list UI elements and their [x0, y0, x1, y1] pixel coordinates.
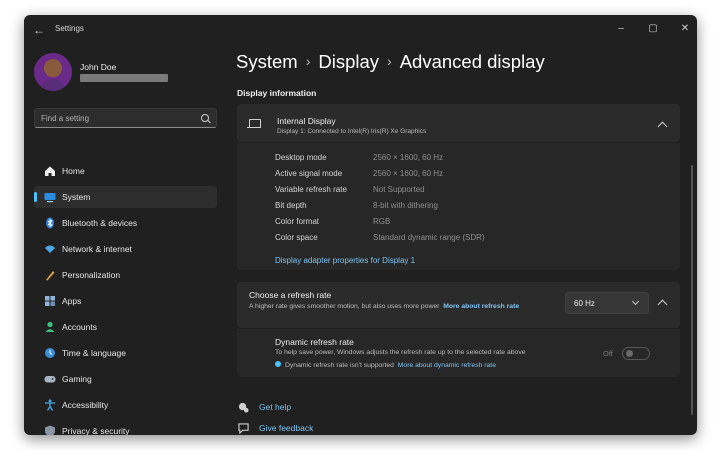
sidebar-item-label: Personalization [62, 270, 121, 280]
sidebar-item-label: Apps [62, 296, 82, 306]
internal-display-card[interactable]: Internal Display Display 1: Connected to… [237, 104, 680, 142]
user-name: John Doe [80, 62, 117, 72]
app-title: Settings [55, 24, 84, 33]
info-value: 2560 × 1600, 60 Hz [373, 153, 444, 162]
active-indicator [34, 192, 37, 202]
title-bar: ← Settings – ▢ ✕ [24, 15, 697, 45]
refresh-rate-description: A higher rate gives smoother motion, but… [249, 302, 559, 312]
sidebar-item-label: Time & language [62, 348, 126, 358]
breadcrumb-system[interactable]: System [236, 51, 298, 72]
refresh-rate-dropdown[interactable]: 60 Hz [565, 292, 649, 314]
info-value: RGB [373, 217, 391, 226]
personalization-icon [46, 271, 55, 281]
info-key: Color space [275, 233, 318, 242]
info-value: 2560 × 1600, 60 Hz [373, 169, 444, 178]
info-key: Variable refresh rate [275, 185, 347, 194]
display-info-details: Desktop mode 2560 × 1600, 60 Hz Active si… [237, 143, 680, 270]
dynamic-refresh-description: To help save power, Windows adjusts the … [275, 349, 526, 356]
dynamic-refresh-note-text: Dynamic refresh rate isn't supported [285, 362, 394, 369]
system-icon [44, 193, 56, 203]
accounts-icon [45, 321, 55, 332]
display-subtitle: Display 1: Connected to Intel(R) Iris(R)… [277, 128, 427, 135]
info-icon [275, 361, 281, 367]
refresh-rate-title: Choose a refresh rate [249, 290, 332, 300]
info-value: Standard dynamic range (SDR) [373, 233, 485, 242]
info-key: Active signal mode [275, 169, 343, 178]
sidebar-item-time-language[interactable]: Time & language [34, 342, 217, 364]
shield-icon [45, 425, 55, 435]
minimize-button[interactable]: – [606, 18, 636, 40]
gaming-icon [44, 376, 56, 383]
chevron-up-icon[interactable] [657, 299, 668, 310]
accessibility-icon [45, 399, 55, 411]
display-title: Internal Display [277, 116, 336, 126]
network-icon [45, 245, 55, 253]
close-button[interactable]: ✕ [670, 18, 697, 40]
breadcrumb-separator: › [387, 53, 392, 69]
sidebar-item-label: Bluetooth & devices [62, 218, 138, 228]
toggle-state-label: Off [603, 349, 613, 358]
toggle-knob [626, 350, 633, 357]
apps-icon [45, 296, 55, 306]
feedback-icon [238, 423, 249, 434]
get-help-link[interactable]: Get help [259, 402, 291, 412]
refresh-rate-card: Choose a refresh rate A higher rate give… [237, 282, 680, 328]
dynamic-refresh-note: Dynamic refresh rate isn't supported Mor… [275, 361, 496, 369]
user-email-redacted [80, 74, 168, 82]
info-key: Bit depth [275, 201, 307, 210]
chevron-up-icon[interactable] [657, 121, 668, 132]
breadcrumb-display[interactable]: Display [318, 51, 379, 72]
search-box[interactable] [34, 108, 217, 128]
sidebar-item-bluetooth[interactable]: Bluetooth & devices [34, 212, 217, 234]
more-about-refresh-rate-link[interactable]: More about refresh rate [443, 303, 519, 310]
sidebar-item-apps[interactable]: Apps [34, 290, 217, 312]
dynamic-refresh-rate-section: Dynamic refresh rate To help save power,… [237, 329, 680, 377]
dynamic-refresh-toggle[interactable] [622, 347, 650, 360]
give-feedback-link[interactable]: Give feedback [259, 423, 313, 433]
breadcrumb-separator: › [305, 53, 311, 69]
sidebar-item-gaming[interactable]: Gaming [34, 368, 217, 390]
sidebar-item-privacy[interactable]: Privacy & security [34, 420, 217, 435]
info-key: Color format [275, 217, 320, 226]
sidebar-item-system[interactable]: System [34, 186, 217, 208]
sidebar-item-label: System [62, 192, 91, 202]
scrollbar[interactable] [691, 165, 693, 415]
search-input[interactable] [41, 112, 191, 124]
time-language-icon [45, 348, 55, 358]
breadcrumb-advanced-display: Advanced display [399, 51, 545, 72]
avatar-shirt [40, 79, 66, 91]
search-icon[interactable] [201, 114, 209, 122]
refresh-rate-desc-text: A higher rate gives smoother motion, but… [249, 303, 440, 310]
monitor-icon [247, 119, 261, 129]
settings-window: ← Settings – ▢ ✕ John Doe Home System Bl… [24, 15, 697, 435]
display-adapter-properties-link[interactable]: Display adapter properties for Display 1 [275, 256, 415, 265]
chevron-down-icon [631, 297, 640, 306]
sidebar-item-label: Accessibility [62, 400, 109, 410]
maximize-button[interactable]: ▢ [638, 18, 668, 40]
more-about-dynamic-refresh-link[interactable]: More about dynamic refresh rate [398, 362, 496, 369]
avatar[interactable] [34, 53, 72, 91]
sidebar-item-label: Gaming [62, 374, 92, 384]
sidebar-item-accounts[interactable]: Accounts [34, 316, 217, 338]
info-value: 8-bit with dithering [373, 201, 438, 210]
sidebar-item-network[interactable]: Network & internet [34, 238, 217, 260]
sidebar-item-accessibility[interactable]: Accessibility [34, 394, 217, 416]
section-title: Display information [237, 88, 317, 98]
info-value: Not Supported [373, 185, 425, 194]
sidebar-item-label: Privacy & security [62, 426, 130, 435]
info-key: Desktop mode [275, 153, 327, 162]
sidebar-item-label: Home [62, 166, 85, 176]
bluetooth-icon [46, 217, 54, 229]
help-icon [238, 402, 249, 413]
sidebar-item-personalization[interactable]: Personalization [34, 264, 217, 286]
refresh-rate-value: 60 Hz [574, 299, 595, 308]
sidebar-item-home[interactable]: Home [34, 160, 217, 182]
sidebar-item-label: Network & internet [62, 244, 132, 254]
back-arrow-icon[interactable]: ← [32, 23, 46, 37]
home-icon [45, 166, 55, 176]
breadcrumb: System › Display › Advanced display [236, 51, 545, 73]
sidebar-item-label: Accounts [62, 322, 97, 332]
dynamic-refresh-title: Dynamic refresh rate [275, 337, 354, 347]
